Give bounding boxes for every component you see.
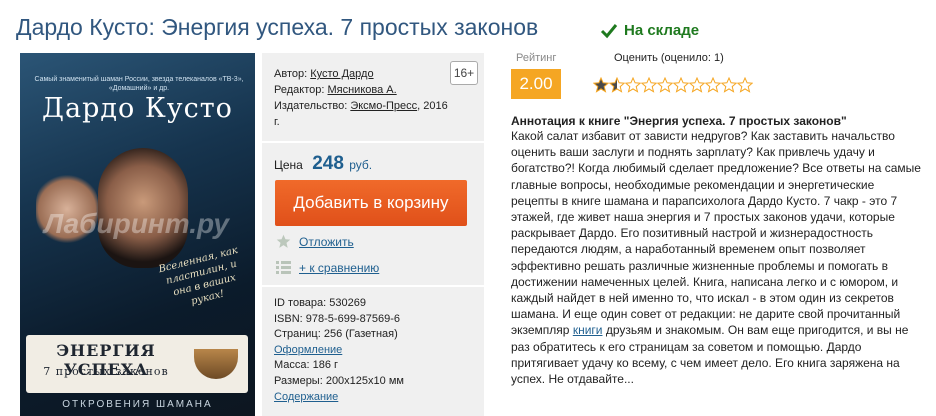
rating-label: Рейтинг [516,52,557,64]
editor-link[interactable]: Мясникова А. [327,84,396,96]
price: Цена 248 руб. [274,153,372,175]
price-currency: руб. [349,158,373,172]
publisher-link[interactable]: Эксмо-Пресс [350,100,417,112]
rating-star-icon[interactable] [689,77,705,93]
compare-label: + к сравнению [299,260,380,275]
compare-button[interactable]: + к сравнению [276,260,379,275]
rating-star-icon[interactable] [641,77,657,93]
rating-star-icon[interactable] [705,77,721,93]
cover-title-plate: ЭНЕРГИЯ УСПЕХА 7 простых законов [26,335,248,393]
cover-subtitle: 7 простых законов [43,365,169,378]
annotation-text-before: Какой салат избавит от зависти недругов?… [511,129,921,338]
design-link[interactable]: Оформление [274,344,342,356]
author-label: Автор: [274,68,308,80]
stock-label: На складе [624,22,700,39]
in-stock-status: На складе [600,22,699,39]
rate-link[interactable]: Оценить (оценило: 1) [614,52,724,64]
cover-series: ОТКРОВЕНИЯ ШАМАНА [62,399,213,410]
spec-pages: Страниц: 256 (Газетная) [274,328,398,341]
defer-label: Отложить [299,234,354,249]
rating-star-icon[interactable] [657,77,673,93]
add-to-cart-button[interactable]: Добавить в корзину [275,180,467,226]
book-title: Дардо Кусто: Энергия успеха. 7 простых з… [16,14,539,40]
rating-star-icon[interactable] [609,77,625,93]
rating-star-icon[interactable] [721,77,737,93]
publisher-label: Издательство: [274,100,348,112]
rating-stars[interactable] [593,77,753,93]
price-label: Цена [274,158,303,172]
defer-button[interactable]: Отложить [276,234,354,249]
product-info-panel: Автор: Кусто Дардо Редактор: Мясникова А… [262,53,484,416]
book-cover-image[interactable]: Самый знаменитый шаман России, звезда те… [20,53,255,416]
star-icon [276,234,291,248]
singing-bowl-icon [194,349,238,379]
cover-watermark: Лабиринт.ру [44,208,229,239]
rating-star-icon[interactable] [625,77,641,93]
annotation-heading: Аннотация к книге "Энергия успеха. 7 про… [511,114,847,128]
price-value: 248 [312,153,344,174]
spec-size: Размеры: 200x125x10 мм [274,374,404,387]
list-icon [276,261,291,274]
rating-star-icon[interactable] [673,77,689,93]
checkmark-icon [600,23,618,38]
rating-star-icon[interactable] [737,77,753,93]
age-rating-badge: 16+ [450,61,478,85]
rating-badge: 2.00 [511,69,561,99]
rating-star-icon[interactable] [593,77,609,93]
editor-label: Редактор: [274,84,325,96]
divider [262,141,484,143]
divider [262,285,484,287]
cover-tagline: Самый знаменитый шаман России, звезда те… [34,76,244,92]
spec-weight: Масса: 186 г [274,359,339,372]
author-row: Автор: Кусто Дардо [274,66,449,82]
books-link[interactable]: книги [573,323,603,337]
product-specs: ID товара: 530269 ISBN: 978-5-699-87569-… [274,296,479,405]
book-meta: Автор: Кусто Дардо Редактор: Мясникова А… [274,66,449,130]
publisher-row: Издательство: Эксмо-Пресс, 2016 г. [274,98,449,130]
annotation-text: Какой салат избавит от зависти недругов?… [511,128,924,387]
author-link[interactable]: Кусто Дардо [310,68,373,80]
editor-row: Редактор: Мясникова А. [274,82,449,98]
spec-isbn: ISBN: 978-5-699-87569-6 [274,312,400,325]
cover-author: Дардо Кусто [42,93,233,124]
spec-id: ID товара: 530269 [274,297,366,309]
contents-link[interactable]: Содержание [274,391,338,403]
